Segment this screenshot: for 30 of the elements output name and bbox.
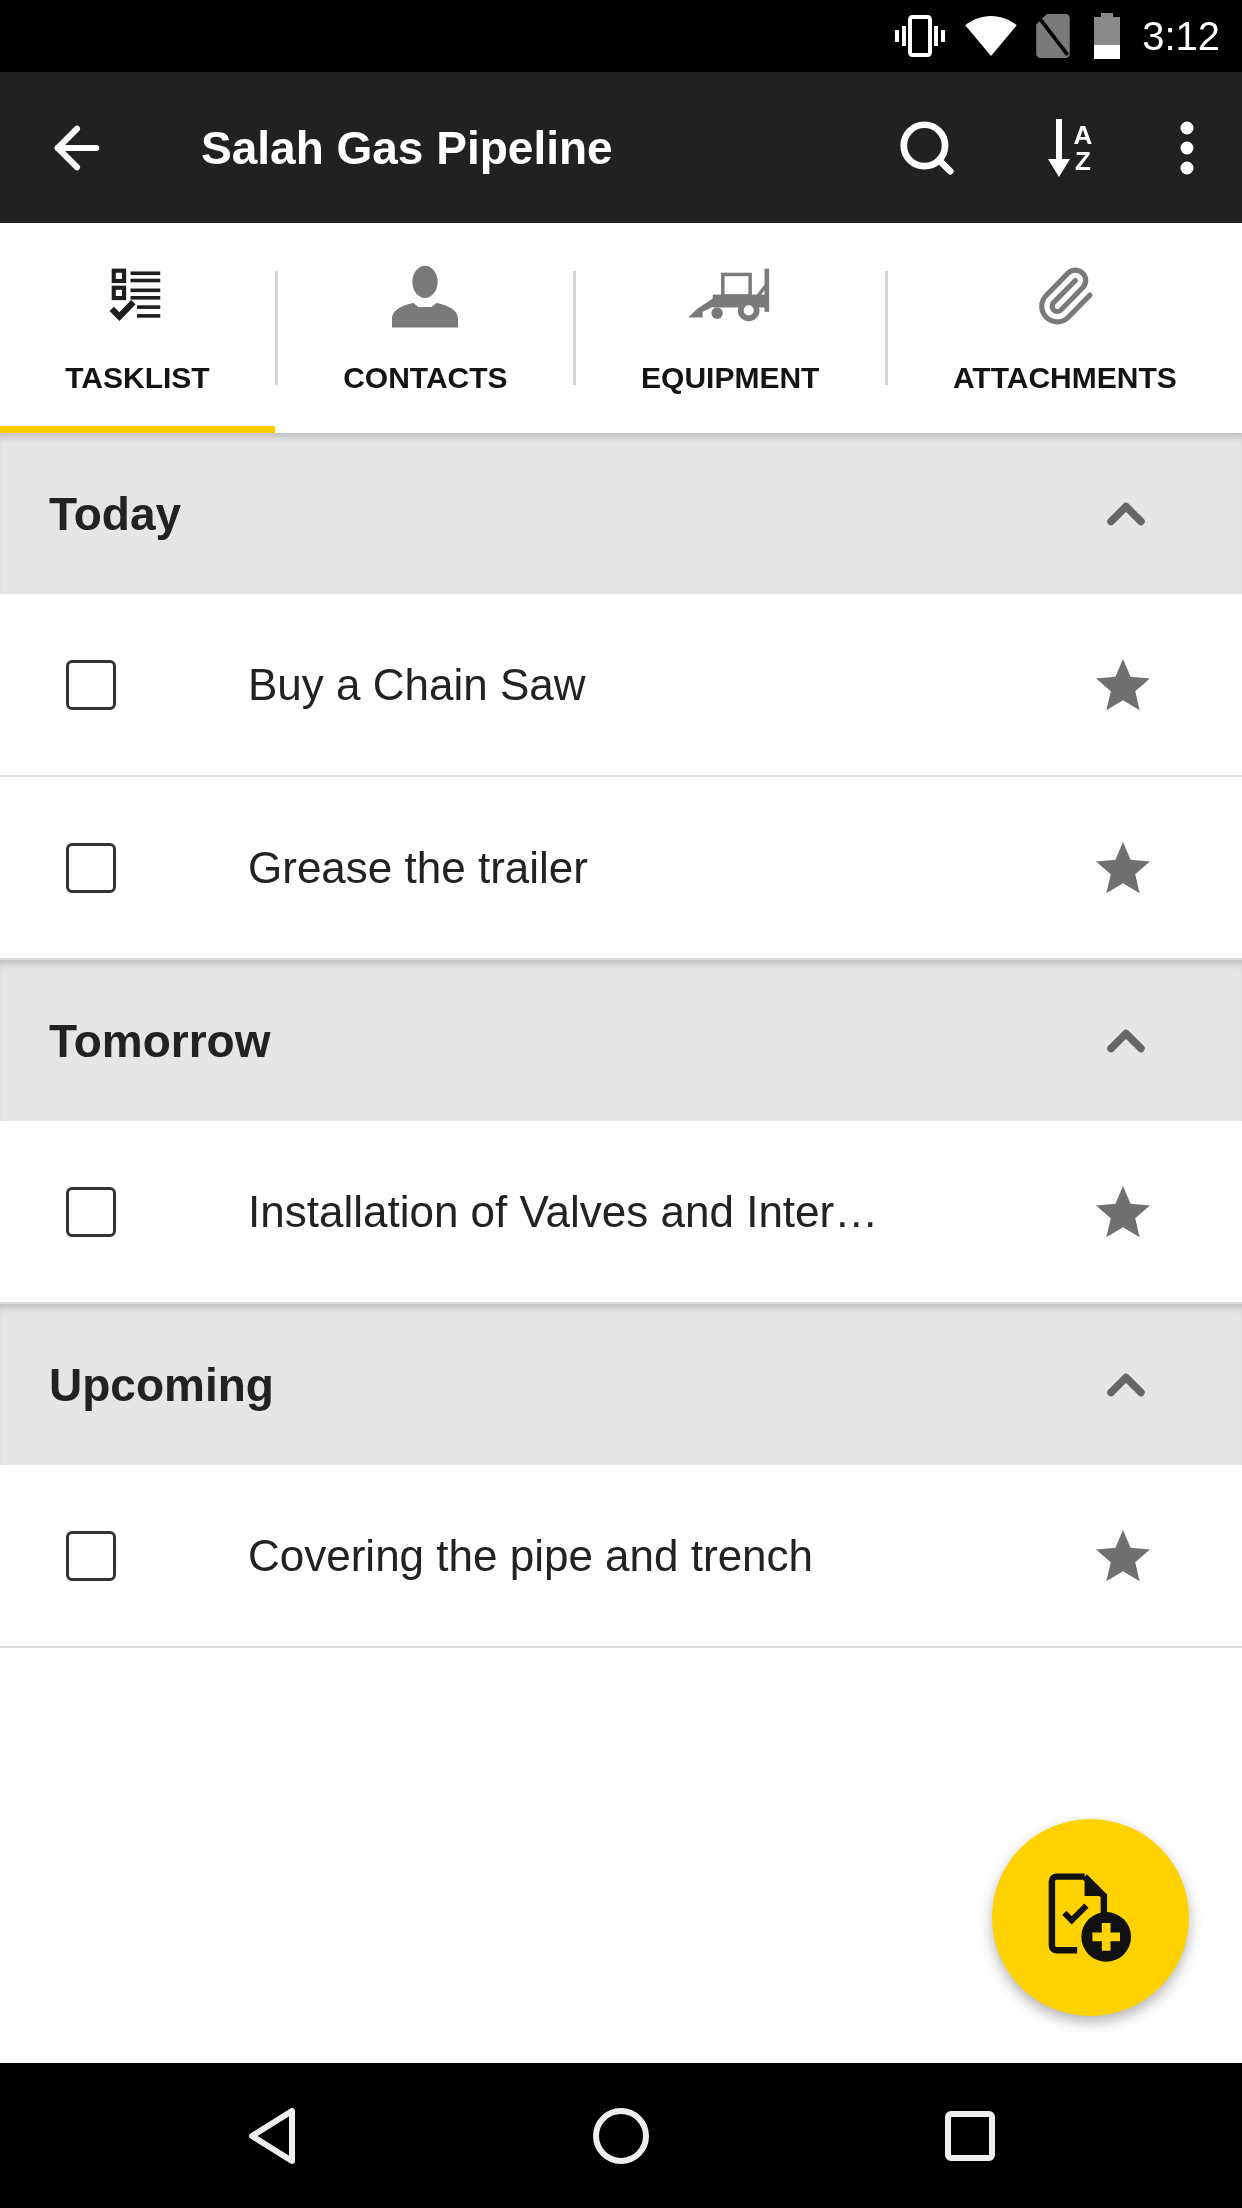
home-icon[interactable]: [592, 2106, 650, 2165]
star-icon[interactable]: [1096, 658, 1150, 711]
star-icon[interactable]: [1096, 841, 1150, 894]
task-title: Grease the trailer: [248, 845, 588, 890]
star-icon[interactable]: [1096, 1185, 1150, 1238]
task-title: Covering the pipe and trench: [248, 1533, 814, 1578]
tab[interactable]: ATTACHMENTS: [887, 223, 1242, 433]
checkbox[interactable]: [66, 1186, 116, 1237]
checkbox[interactable]: [66, 1530, 116, 1581]
task-title: Installation of Valves and Inter…: [248, 1189, 879, 1234]
star-icon[interactable]: [1096, 1529, 1150, 1582]
sort-button[interactable]: A Z: [1025, 102, 1115, 193]
section-header[interactable]: Upcoming: [0, 1304, 1242, 1465]
no-sim-icon: [1036, 14, 1071, 58]
back-icon[interactable]: [247, 2106, 297, 2165]
section-title: Tomorrow: [49, 1017, 271, 1064]
section-header[interactable]: Tomorrow: [0, 960, 1242, 1121]
checkbox[interactable]: [66, 659, 116, 710]
section-header[interactable]: Today: [0, 433, 1242, 594]
battery-icon: [1094, 13, 1121, 59]
more-options-icon: [1180, 120, 1194, 175]
recent-apps-icon[interactable]: [944, 2109, 996, 2162]
task-title: Buy a Chain Saw: [248, 662, 586, 707]
tab[interactable]: CONTACTS: [277, 223, 573, 433]
vibrate-icon: [894, 14, 947, 58]
arrow-down-icon: [1047, 118, 1070, 177]
checkbox[interactable]: [66, 842, 116, 893]
wifi-icon: [964, 16, 1019, 56]
clock-time: 3:12: [1142, 16, 1220, 56]
tab[interactable]: EQUIPMENT: [575, 223, 885, 433]
